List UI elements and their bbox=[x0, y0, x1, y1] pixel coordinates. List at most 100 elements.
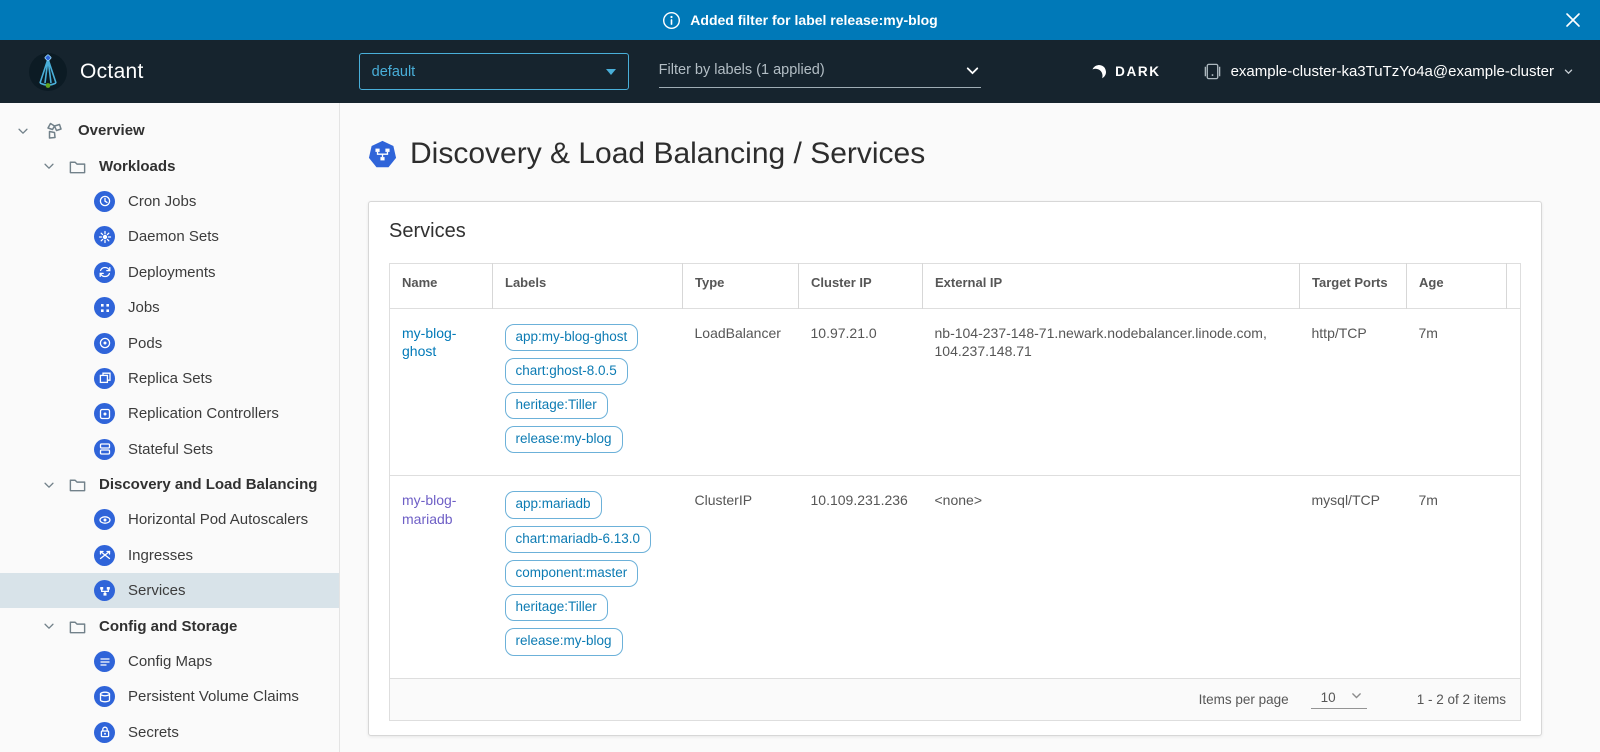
sidebar-item-label: Config Maps bbox=[128, 653, 212, 670]
column-header-age: Age bbox=[1407, 264, 1507, 309]
sidebar-item-persistent-volume-claims[interactable]: Persistent Volume Claims bbox=[0, 679, 339, 714]
chevron-down-icon bbox=[1350, 689, 1363, 702]
label-pill[interactable]: app:my-blog-ghost bbox=[505, 324, 639, 351]
column-header-type: Type bbox=[683, 264, 799, 309]
close-icon[interactable] bbox=[1564, 11, 1582, 29]
sidebar-item-label: Cron Jobs bbox=[128, 193, 196, 210]
sidebar-item-discovery-and-load-balancing[interactable]: Discovery and Load Balancing bbox=[0, 467, 339, 502]
label-filter-dropdown[interactable]: Filter by labels (1 applied) bbox=[659, 56, 981, 88]
jobs-icon bbox=[94, 297, 115, 318]
namespace-value: default bbox=[372, 64, 416, 80]
sidebar-item-pods[interactable]: Pods bbox=[0, 325, 339, 360]
namespace-select[interactable]: default bbox=[359, 53, 629, 90]
label-pill[interactable]: release:my-blog bbox=[505, 426, 623, 453]
service-name-link[interactable]: my-blog-ghost bbox=[402, 325, 456, 360]
table-pagination: Items per page 10 1 - 2 of 2 items bbox=[389, 679, 1521, 721]
sidebar-item-replication-controllers[interactable]: Replication Controllers bbox=[0, 396, 339, 431]
replication-controllers-icon bbox=[94, 403, 115, 424]
replica-sets-icon bbox=[94, 368, 115, 389]
sidebar-item-label: Deployments bbox=[128, 264, 216, 281]
items-per-page-select[interactable]: 10 bbox=[1311, 689, 1367, 709]
label-pill[interactable]: component:master bbox=[505, 560, 639, 587]
services-table: NameLabelsTypeCluster IPExternal IPTarge… bbox=[389, 263, 1521, 679]
column-header-target-ports: Target Ports bbox=[1300, 264, 1407, 309]
main-content: Discovery & Load Balancing / Services Se… bbox=[340, 103, 1600, 752]
sidebar-item-overview[interactable]: Overview bbox=[0, 113, 339, 148]
theme-toggle[interactable]: DARK bbox=[1092, 64, 1160, 79]
table-row: my-blog-mariadb app:mariadb chart:mariadb-… bbox=[390, 476, 1521, 678]
sidebar-item-label: Jobs bbox=[128, 299, 160, 316]
sidebar-item-stateful-sets[interactable]: Stateful Sets bbox=[0, 432, 339, 467]
service-name-link[interactable]: my-blog-mariadb bbox=[402, 492, 456, 527]
sidebar-item-config-maps[interactable]: Config Maps bbox=[0, 644, 339, 679]
sidebar-item-replica-sets[interactable]: Replica Sets bbox=[0, 361, 339, 396]
services-card: Services NameLabelsTypeCluster IPExterna… bbox=[368, 201, 1542, 736]
cluster-ip: 10.97.21.0 bbox=[799, 308, 923, 476]
sidebar-item-label: Horizontal Pod Autoscalers bbox=[128, 511, 308, 528]
app-name: Octant bbox=[80, 60, 144, 84]
sidebar-item-config-and-storage[interactable]: Config and Storage bbox=[0, 608, 339, 643]
sidebar-item-label: Workloads bbox=[99, 158, 175, 175]
chevron-down-icon[interactable] bbox=[42, 478, 56, 492]
chevron-down-icon bbox=[606, 69, 616, 75]
external-ip: <none> bbox=[923, 476, 1300, 678]
sidebar-item-ingresses[interactable]: Ingresses bbox=[0, 538, 339, 573]
sidebar-item-cron-jobs[interactable]: Cron Jobs bbox=[0, 184, 339, 219]
daemon-sets-icon bbox=[94, 226, 115, 247]
label-pill[interactable]: chart:mariadb-6.13.0 bbox=[505, 526, 652, 553]
label-pill[interactable]: chart:ghost-8.0.5 bbox=[505, 358, 628, 385]
info-circle-icon bbox=[662, 11, 681, 30]
app-header: Octant default Filter by labels (1 appli… bbox=[0, 40, 1600, 103]
config-maps-icon bbox=[94, 651, 115, 672]
filler-cell bbox=[1507, 476, 1521, 678]
notification-bar: Added filter for label release:my-blog bbox=[0, 0, 1600, 40]
service-type: ClusterIP bbox=[683, 476, 799, 678]
column-header-filler bbox=[1507, 264, 1521, 309]
age: 7m bbox=[1407, 476, 1507, 678]
cluster-ip: 10.109.231.236 bbox=[799, 476, 923, 678]
filler-cell bbox=[1507, 308, 1521, 476]
services-icon bbox=[94, 580, 115, 601]
objects-icon bbox=[44, 121, 64, 141]
sidebar-item-label: Discovery and Load Balancing bbox=[99, 476, 317, 493]
label-pill[interactable]: app:mariadb bbox=[505, 491, 602, 518]
label-pill[interactable]: heritage:Tiller bbox=[505, 392, 608, 419]
sidebar-item-label: Daemon Sets bbox=[128, 228, 219, 245]
table-row: my-blog-ghost app:my-blog-ghost chart:ghos… bbox=[390, 308, 1521, 476]
sidebar-nav: Overview Workloads Cron Jobs Daemon Sets Dep… bbox=[0, 103, 340, 752]
sidebar-item-label: Overview bbox=[78, 122, 145, 139]
cluster-icon bbox=[1203, 62, 1222, 81]
label-pill[interactable]: heritage:Tiller bbox=[505, 594, 608, 621]
ingresses-icon bbox=[94, 545, 115, 566]
service-type: LoadBalancer bbox=[683, 308, 799, 476]
sidebar-item-daemon-sets[interactable]: Daemon Sets bbox=[0, 219, 339, 254]
cron-jobs-icon bbox=[94, 191, 115, 212]
cluster-selector[interactable]: example-cluster-ka3TuTzYo4a@example-clus… bbox=[1203, 62, 1574, 81]
sidebar-item-secrets[interactable]: Secrets bbox=[0, 715, 339, 750]
chevron-down-icon bbox=[964, 62, 981, 79]
pods-icon bbox=[94, 333, 115, 354]
folder-icon bbox=[68, 157, 87, 176]
moon-icon bbox=[1090, 63, 1108, 81]
sidebar-item-label: Ingresses bbox=[128, 547, 193, 564]
sidebar-item-deployments[interactable]: Deployments bbox=[0, 255, 339, 290]
chevron-down-icon[interactable] bbox=[16, 124, 30, 138]
chevron-down-icon[interactable] bbox=[42, 619, 56, 633]
column-header-labels: Labels bbox=[493, 264, 683, 309]
label-pill[interactable]: release:my-blog bbox=[505, 628, 623, 655]
column-header-name: Name bbox=[390, 264, 493, 309]
external-ip: nb-104-237-148-71.newark.nodebalancer.li… bbox=[923, 308, 1300, 476]
target-ports: mysql/TCP bbox=[1300, 476, 1407, 678]
sidebar-item-jobs[interactable]: Jobs bbox=[0, 290, 339, 325]
folder-icon bbox=[68, 617, 87, 636]
sidebar-item-label: Stateful Sets bbox=[128, 441, 213, 458]
target-ports: http/TCP bbox=[1300, 308, 1407, 476]
cluster-name: example-cluster-ka3TuTzYo4a@example-clus… bbox=[1231, 63, 1554, 80]
sidebar-item-label: Replica Sets bbox=[128, 370, 212, 387]
pagination-range: 1 - 2 of 2 items bbox=[1417, 692, 1506, 707]
sidebar-item-horizontal-pod-autoscalers[interactable]: Horizontal Pod Autoscalers bbox=[0, 502, 339, 537]
sidebar-item-services[interactable]: Services bbox=[0, 573, 339, 608]
sidebar-item-workloads[interactable]: Workloads bbox=[0, 148, 339, 183]
chevron-down-icon[interactable] bbox=[42, 159, 56, 173]
column-header-external-ip: External IP bbox=[923, 264, 1300, 309]
